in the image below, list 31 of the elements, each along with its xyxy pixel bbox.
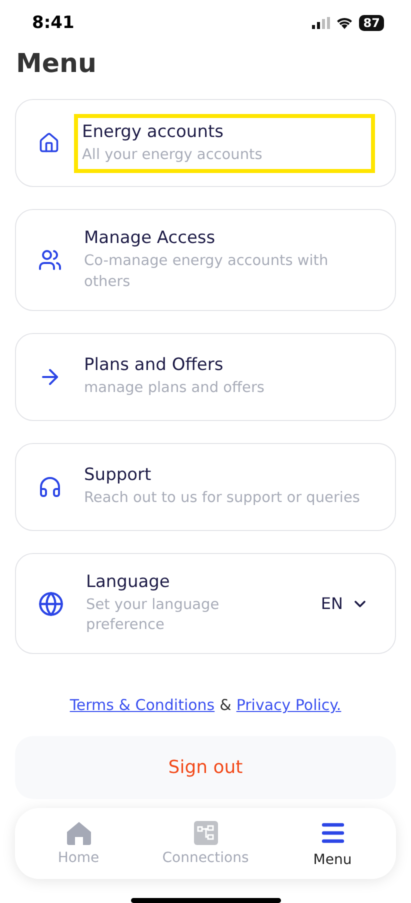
item-subtitle: Set your language preference [86,596,220,636]
globe-icon [38,590,64,617]
headset-icon [38,474,62,499]
terms-link[interactable]: Terms & Conditions [70,696,215,714]
privacy-link[interactable]: Privacy Policy. [236,696,342,714]
ampersand: & [220,696,232,714]
house-icon [38,132,60,154]
item-subtitle: Co-manage energy accounts with others [84,252,330,292]
item-subtitle: Reach out to us for support or queries [84,489,361,508]
language-dropdown[interactable]: EN [314,593,375,614]
signal-icon [312,16,330,29]
network-icon [194,821,218,846]
item-subtitle: manage plans and offers [84,379,266,398]
menu-card[interactable]: Support Reach out to us for support or queries [15,442,396,531]
wifi-icon [336,16,354,29]
item-subtitle: All your energy accounts [82,146,264,165]
status-time: 8:41 [32,12,74,33]
item-title: Language [86,572,171,592]
home-icon [66,821,92,846]
item-title: Energy accounts [82,122,225,142]
menu-card[interactable]: Energy accounts All your energy accounts [15,99,396,188]
item-title: Manage Access [84,228,216,248]
menu-card[interactable]: Language Set your language preference EN [15,552,396,654]
page-title: Menu [16,49,98,80]
item-title: Plans and Offers [84,355,224,376]
menu-card[interactable]: Plans and Offers manage plans and offers [15,332,396,421]
battery-level: 87 [359,14,384,31]
tab[interactable]: Menu [278,818,388,870]
item-title: Support [84,465,152,486]
people-icon [38,248,62,272]
menu-card[interactable]: Manage Access Co-manage energy accounts with others [15,209,396,311]
